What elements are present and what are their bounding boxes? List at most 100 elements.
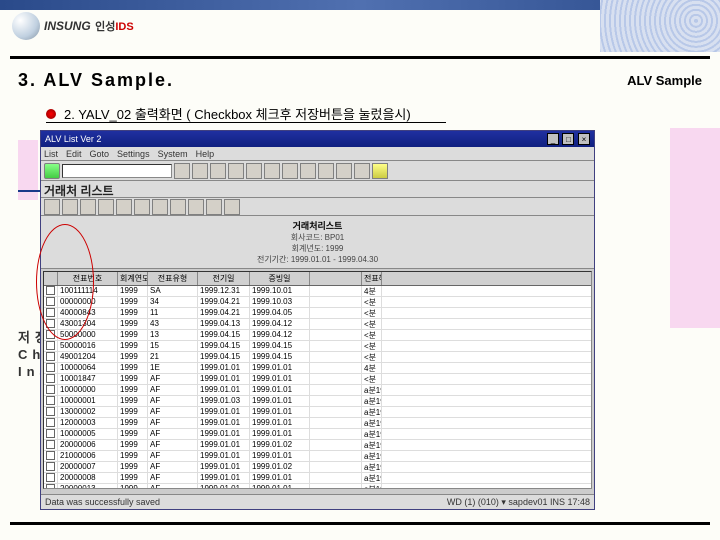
subtotal-icon[interactable]	[134, 199, 150, 215]
table-row[interactable]: 400008431999111999.04.211999.04.05<분	[44, 308, 591, 319]
enter-icon[interactable]	[44, 163, 60, 179]
row-checkbox[interactable]	[46, 484, 55, 489]
menu-goto[interactable]: Goto	[90, 149, 110, 159]
table-row[interactable]: 500000001999131999.04.151999.04.12<분	[44, 330, 591, 341]
find-icon[interactable]	[264, 163, 280, 179]
table-row[interactable]: 100000051999AF1999.01.011999.01.01a분1999…	[44, 429, 591, 440]
sort-asc-icon[interactable]	[62, 199, 78, 215]
close-button[interactable]: ×	[578, 133, 590, 145]
export-icon[interactable]	[152, 199, 168, 215]
cell	[310, 484, 362, 489]
row-checkbox[interactable]	[46, 319, 55, 328]
col-header[interactable]: 회계연도	[118, 272, 148, 285]
row-checkbox[interactable]	[46, 374, 55, 383]
layout-icon[interactable]	[170, 199, 186, 215]
row-checkbox[interactable]	[46, 440, 55, 449]
back-icon[interactable]	[192, 163, 208, 179]
help-icon[interactable]	[372, 163, 388, 179]
deselect-all-icon[interactable]	[206, 199, 222, 215]
prev-page-icon[interactable]	[318, 163, 334, 179]
slide-header: INSUNG 인성IDS	[0, 0, 720, 52]
row-checkbox[interactable]	[46, 396, 55, 405]
details-icon[interactable]	[44, 199, 60, 215]
col-header[interactable]: 전표번호	[58, 272, 118, 285]
print-icon[interactable]	[246, 163, 262, 179]
col-header[interactable]: 증빙일	[250, 272, 310, 285]
row-checkbox[interactable]	[46, 341, 55, 350]
window-title: ALV List Ver 2	[45, 131, 101, 147]
cell: <분	[362, 319, 382, 329]
cell: AF	[148, 484, 198, 489]
table-row[interactable]: 200000061999AF1999.01.011999.01.02a분1999…	[44, 440, 591, 451]
row-checkbox[interactable]	[46, 297, 55, 306]
cell: 1999.04.05	[250, 308, 310, 318]
cell: 4분	[362, 363, 382, 373]
row-checkbox[interactable]	[46, 363, 55, 372]
table-row[interactable]: 1000006419991E1999.01.011999.01.014분	[44, 363, 591, 374]
table-row[interactable]: 120000031999AF1999.01.011999.01.01a분1999…	[44, 418, 591, 429]
menu-settings[interactable]: Settings	[117, 149, 150, 159]
row-checkbox[interactable]	[46, 308, 55, 317]
cell	[310, 440, 362, 450]
table-row[interactable]: 490012041999211999.04.151999.04.15<분	[44, 352, 591, 363]
cell: 1999.01.01	[250, 418, 310, 428]
alv-body: 1001111141999SA1999.12.311999.10.014분000…	[44, 286, 591, 489]
table-row[interactable]: 100000001999AF1999.01.011999.01.01a분1999…	[44, 385, 591, 396]
menu-list[interactable]: List	[44, 149, 58, 159]
select-all-icon[interactable]	[188, 199, 204, 215]
row-checkbox[interactable]	[46, 286, 55, 295]
cell: 43	[148, 319, 198, 329]
minimize-button[interactable]: _	[547, 133, 559, 145]
filter-icon[interactable]	[98, 199, 114, 215]
cell: AF	[148, 396, 198, 406]
maximize-button[interactable]: □	[562, 133, 574, 145]
table-row[interactable]: 200000081999AF1999.01.011999.01.01a분1999…	[44, 473, 591, 484]
row-checkbox[interactable]	[46, 330, 55, 339]
cancel-icon[interactable]	[228, 163, 244, 179]
save-icon[interactable]	[174, 163, 190, 179]
status-bar: Data was successfully saved WD (1) (010)…	[41, 494, 594, 509]
table-row[interactable]: 210000061999AF1999.01.011999.01.01a분1999…	[44, 451, 591, 462]
command-field[interactable]	[62, 164, 172, 178]
table-row[interactable]: 1001111141999SA1999.12.311999.10.014분	[44, 286, 591, 297]
menu-help[interactable]: Help	[196, 149, 215, 159]
row-checkbox[interactable]	[46, 418, 55, 427]
table-row[interactable]: 130000021999AF1999.01.011999.01.01a분1999…	[44, 407, 591, 418]
window-titlebar[interactable]: ALV List Ver 2 _ □ ×	[41, 131, 594, 147]
cell: 1999.01.01	[250, 407, 310, 417]
cell: AF	[148, 374, 198, 384]
table-row[interactable]: 200000071999AF1999.01.011999.01.02a분1999…	[44, 462, 591, 473]
sum-icon[interactable]	[116, 199, 132, 215]
row-checkbox[interactable]	[46, 429, 55, 438]
row-checkbox[interactable]	[46, 462, 55, 471]
menu-edit[interactable]: Edit	[66, 149, 82, 159]
cell	[310, 308, 362, 318]
table-row[interactable]: 430013041999431999.04.131999.04.12<분	[44, 319, 591, 330]
cell: 49001204	[58, 352, 118, 362]
table-row[interactable]: 500000161999151999.04.151999.04.15<분	[44, 341, 591, 352]
col-header[interactable]: 전기일	[198, 272, 250, 285]
col-header[interactable]	[310, 272, 362, 285]
find-next-icon[interactable]	[282, 163, 298, 179]
row-checkbox[interactable]	[46, 473, 55, 482]
table-row[interactable]: 000000001999341999.04.211999.10.03<분	[44, 297, 591, 308]
col-header[interactable]: 전표헤더텍스트	[362, 272, 382, 285]
table-row[interactable]: 100000011999AF1999.01.031999.01.01a분1999…	[44, 396, 591, 407]
exit-icon[interactable]	[210, 163, 226, 179]
sort-desc-icon[interactable]	[80, 199, 96, 215]
last-page-icon[interactable]	[354, 163, 370, 179]
cell: a분19990101-20018001	[362, 407, 382, 417]
first-page-icon[interactable]	[300, 163, 316, 179]
table-row[interactable]: 200000131999AF1999.01.011999.01.01a분1999…	[44, 484, 591, 489]
row-checkbox[interactable]	[46, 451, 55, 460]
table-row[interactable]: 100018471999AF1999.01.011999.01.01<분	[44, 374, 591, 385]
row-checkbox[interactable]	[46, 352, 55, 361]
menu-system[interactable]: System	[158, 149, 188, 159]
row-checkbox[interactable]	[46, 385, 55, 394]
app-toolbar	[41, 198, 594, 216]
graphic-icon[interactable]	[224, 199, 240, 215]
row-checkbox[interactable]	[46, 407, 55, 416]
col-header[interactable]: 전표유형	[148, 272, 198, 285]
alv-grid[interactable]: 전표번호회계연도전표유형전기일증빙일 전표헤더텍스트 1001111141999S…	[43, 271, 592, 489]
next-page-icon[interactable]	[336, 163, 352, 179]
